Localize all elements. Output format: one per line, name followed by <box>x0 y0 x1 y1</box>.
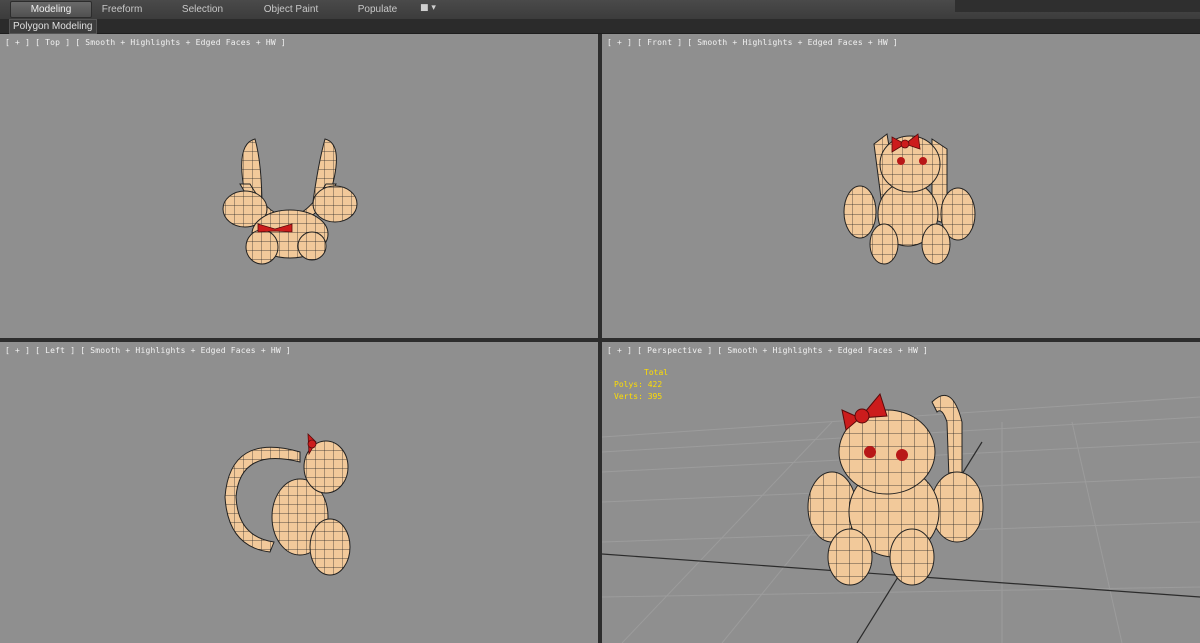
tab-modeling[interactable]: Modeling <box>10 1 92 18</box>
model-front-view <box>843 133 976 265</box>
viewport-perspective[interactable]: [ + ] [ Perspective ] [ Smooth + Highlig… <box>602 342 1200 643</box>
model-top-view <box>222 138 358 265</box>
chevron-down-icon: ▾ <box>428 3 436 13</box>
model-perspective-view <box>602 392 1200 643</box>
tab-populate[interactable]: Populate <box>345 2 410 17</box>
viewport-left[interactable]: [ + ] [ Left ] [ Smooth + Highlights + E… <box>0 342 598 643</box>
tab-selection[interactable]: Selection <box>170 2 235 17</box>
ribbon-bar: Modeling Freeform Selection Object Paint… <box>0 0 1200 20</box>
model-left-view <box>224 432 351 576</box>
viewport-front[interactable]: [ + ] [ Front ] [ Smooth + Highlights + … <box>602 34 1200 338</box>
camera-icon: ■ <box>420 3 429 13</box>
tab-freeform[interactable]: Freeform <box>92 2 152 17</box>
viewport-divider-horizontal[interactable] <box>0 338 1200 342</box>
ribbon-panel-bar: Polygon Modeling <box>0 19 1200 34</box>
ribbon-options-dropdown[interactable]: ■ ▾ <box>420 3 436 13</box>
ribbon-empty-area <box>955 0 1200 12</box>
polygon-modeling-panel[interactable]: Polygon Modeling <box>9 19 97 34</box>
tab-object-paint[interactable]: Object Paint <box>250 2 332 17</box>
viewport-top[interactable]: [ + ] [ Top ] [ Smooth + Highlights + Ed… <box>0 34 598 338</box>
